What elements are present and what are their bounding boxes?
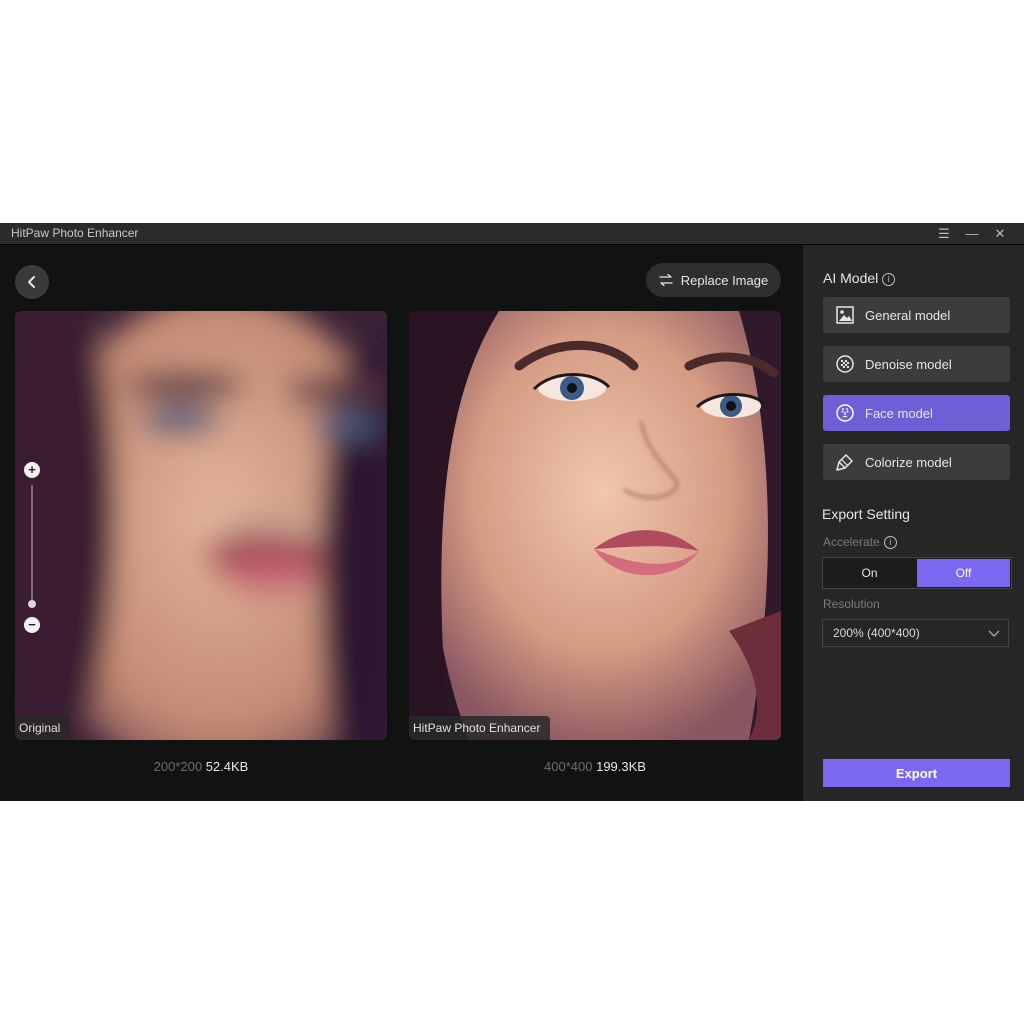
chevron-down-icon — [988, 630, 1000, 637]
resolution-value: 200% (400*400) — [833, 626, 920, 640]
preview-area: Replace Image Original + − HitPaw Photo … — [0, 245, 803, 801]
enhanced-info: 400*400 199.3KB — [409, 759, 781, 774]
export-setting-title: Export Setting — [822, 506, 910, 522]
accelerate-label: Accelerate — [823, 535, 880, 549]
back-button[interactable] — [15, 265, 49, 299]
original-photo — [15, 311, 387, 740]
accelerate-heading: Accelerate i — [823, 535, 897, 549]
enhanced-dimensions: 400*400 — [544, 759, 593, 774]
accelerate-toggle[interactable]: On Off — [822, 557, 1012, 589]
original-dimensions: 200*200 — [153, 759, 203, 774]
original-size: 52.4KB — [205, 759, 249, 774]
enhanced-photo — [409, 311, 781, 740]
info-icon[interactable]: i — [882, 273, 896, 286]
enhanced-size: 199.3KB — [596, 759, 646, 774]
replace-image-label: Replace Image — [680, 272, 769, 288]
settings-sidebar: AI Model i General model Denoise model Fa… — [803, 245, 1024, 801]
general-model-label: General model — [865, 307, 951, 323]
face-icon — [835, 403, 855, 423]
enhanced-label: HitPaw Photo Enhancer — [409, 716, 551, 740]
zoom-slider-track[interactable] — [31, 485, 33, 605]
info-icon[interactable]: i — [883, 536, 897, 549]
original-image-panel: Original — [15, 311, 387, 740]
swap-icon — [659, 274, 673, 286]
colorize-model-label: Colorize model — [865, 454, 952, 470]
zoom-out-button[interactable]: − — [24, 617, 40, 633]
replace-image-button[interactable]: Replace Image — [646, 263, 781, 297]
face-model-button[interactable]: Face model — [823, 395, 1010, 431]
zoom-in-button[interactable]: + — [24, 462, 40, 478]
accelerate-on-option[interactable]: On — [823, 558, 916, 588]
close-icon[interactable]: ✕ — [987, 223, 1013, 244]
export-button[interactable]: Export — [823, 759, 1010, 787]
face-model-label: Face model — [865, 405, 933, 421]
accelerate-off-option[interactable]: Off — [917, 559, 1010, 587]
window-title: HitPaw Photo Enhancer — [11, 226, 139, 240]
enhanced-image-panel: HitPaw Photo Enhancer — [409, 311, 781, 740]
menu-icon[interactable]: ☰ — [931, 223, 957, 244]
general-model-button[interactable]: General model — [823, 297, 1010, 333]
original-info: 200*200 52.4KB — [15, 759, 387, 774]
denoise-model-label: Denoise model — [865, 356, 952, 372]
ai-model-heading: AI Model i — [823, 270, 896, 286]
image-icon — [835, 305, 855, 325]
app-window: HitPaw Photo Enhancer ☰ — ✕ Replace Imag… — [0, 223, 1024, 801]
chevron-left-icon — [28, 276, 35, 288]
resolution-label: Resolution — [823, 597, 880, 611]
colorize-model-button[interactable]: Colorize model — [823, 444, 1010, 480]
denoise-model-button[interactable]: Denoise model — [823, 346, 1010, 382]
resolution-select[interactable]: 200% (400*400) — [822, 619, 1009, 647]
original-label: Original — [15, 716, 71, 740]
ai-model-title: AI Model — [823, 270, 879, 286]
zoom-slider-handle[interactable] — [28, 600, 36, 608]
title-bar: HitPaw Photo Enhancer ☰ — ✕ — [0, 223, 1024, 245]
brush-icon — [835, 452, 855, 472]
denoise-icon — [835, 354, 855, 374]
minimize-icon[interactable]: — — [959, 223, 985, 244]
